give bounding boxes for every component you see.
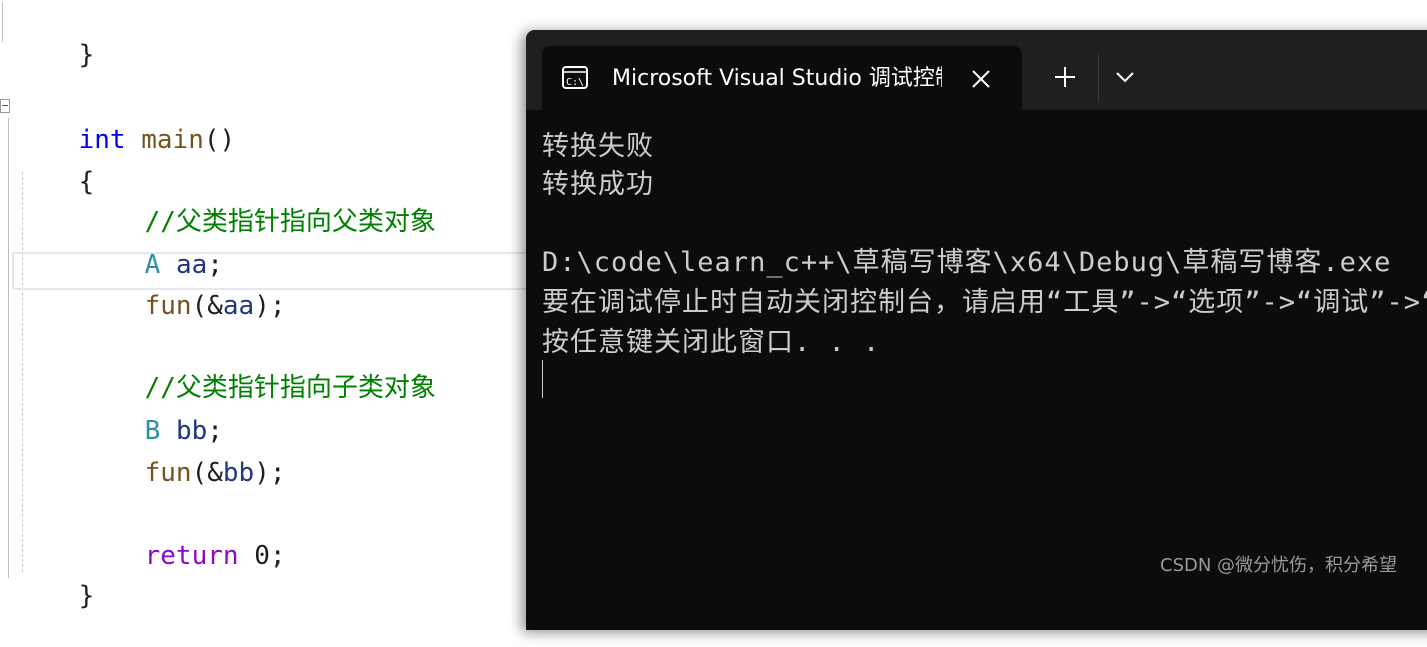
variable: aa xyxy=(222,291,255,321)
close-icon[interactable] xyxy=(968,66,994,92)
watermark: CSDN @微分忧伤，积分希望 xyxy=(1160,555,1398,576)
parens: () xyxy=(203,125,236,155)
code-line-call: fun(&bb); xyxy=(82,422,286,488)
console-line: 按任意键关闭此窗口. . . xyxy=(542,327,881,358)
function-call: fun xyxy=(144,291,192,321)
variable: bb xyxy=(222,458,255,488)
return-value: 0; xyxy=(254,541,286,571)
code-line-return: return 0; xyxy=(82,505,286,571)
code-line-decl: B bb; xyxy=(82,380,223,446)
punct: ); xyxy=(254,291,286,321)
chevron-down-icon[interactable] xyxy=(1110,62,1140,92)
gutter-line-top xyxy=(2,2,3,42)
tab-title: Microsoft Visual Studio 调试控制台 xyxy=(612,66,942,91)
code-line: } xyxy=(16,545,95,611)
code-line-comment: //父类指针指向子类对象 xyxy=(82,337,436,403)
code-line: } xyxy=(16,4,95,70)
punct: ); xyxy=(254,458,286,488)
code-line: { xyxy=(16,131,95,197)
collapse-icon[interactable] xyxy=(0,99,10,113)
console-line: 要在调试停止时自动关闭控制台，请启用“工具”->“选项”->“调试”->“调试停… xyxy=(542,287,1427,318)
terminal-app-icon: C:\ xyxy=(562,66,588,89)
code-line-main: int main() xyxy=(16,89,236,155)
console-line: 转换成功 xyxy=(542,169,654,200)
brace: } xyxy=(78,40,95,70)
debug-console-window[interactable]: C:\ Microsoft Visual Studio 调试控制台 转换失败 转… xyxy=(526,30,1427,630)
console-line: D:\code\learn_c++\草稿写博客\x64\Debug\草稿写博客.… xyxy=(542,247,1392,278)
text-cursor xyxy=(542,360,543,398)
code-line-call: fun(&aa); xyxy=(82,255,286,321)
punct: (& xyxy=(191,458,223,488)
plus-icon[interactable] xyxy=(1050,62,1080,92)
keyword-return: return xyxy=(144,541,239,571)
svg-text:C:\: C:\ xyxy=(566,77,584,88)
function-call: fun xyxy=(144,458,192,488)
punct: (& xyxy=(191,291,223,321)
brace: } xyxy=(78,581,95,611)
gutter-line-main xyxy=(8,118,9,578)
console-output[interactable]: 转换失败 转换成功 D:\code\learn_c++\草稿写博客\x64\De… xyxy=(526,110,1427,630)
code-line-comment: //父类指针指向父类对象 xyxy=(82,171,436,237)
divider xyxy=(1098,54,1099,102)
title-bar[interactable]: C:\ Microsoft Visual Studio 调试控制台 xyxy=(526,30,1427,110)
console-line: 转换失败 xyxy=(542,131,654,162)
function-main: main xyxy=(141,125,204,155)
tab-debug-console[interactable]: C:\ Microsoft Visual Studio 调试控制台 xyxy=(542,46,1022,110)
code-line-decl: A aa; xyxy=(82,214,223,280)
